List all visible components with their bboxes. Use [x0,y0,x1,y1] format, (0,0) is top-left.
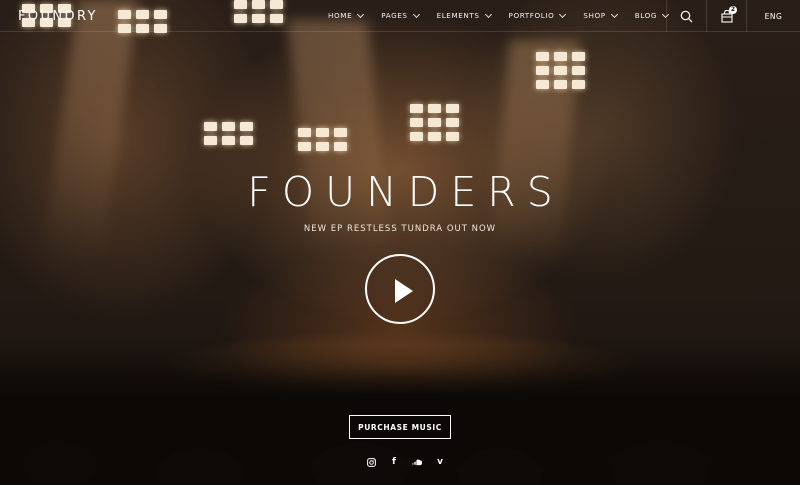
stage-lights [536,52,585,89]
stage-lights [298,128,347,151]
nav-item-label: BLOG [634,11,658,20]
chevron-down-icon [357,10,365,18]
brand-logo[interactable]: FOUNDRY [18,9,98,24]
nav-item-portfolio[interactable]: PORTFOLIO [508,10,567,20]
nav-item-label: SHOP [583,11,606,20]
chevron-down-icon [412,10,420,18]
hero-title: FOUNDERS [247,168,564,216]
nav-item-elements[interactable]: ELEMENTS [436,10,492,20]
soundcloud-icon[interactable] [412,457,422,467]
purchase-music-button[interactable]: PURCHASE MUSIC [349,415,451,439]
nav-item-pages[interactable]: PAGES [381,10,420,20]
nav-item-label: HOME [328,11,353,20]
cart-button[interactable]: 2 [706,0,746,32]
stage-lights [410,104,459,141]
search-icon [680,10,693,22]
main-menu: HOME PAGES ELEMENTS PORTFOLIO SHOP BLOG [328,10,686,20]
language-selector[interactable]: ENG [746,0,800,32]
social-links: f v [366,457,445,467]
vimeo-icon[interactable]: v [435,457,445,467]
play-icon [395,279,413,303]
instagram-icon[interactable] [366,457,376,467]
nav-item-label: PAGES [381,11,408,20]
nav-item-label: ELEMENTS [436,11,480,20]
nav-item-home[interactable]: HOME [328,10,365,20]
cart-count-badge: 2 [729,6,737,14]
chevron-down-icon [559,10,567,18]
hero-background: FOUNDRY HOME PAGES ELEMENTS PORTFOLIO SH… [0,0,800,485]
chevron-down-icon [484,10,492,18]
top-navigation: FOUNDRY HOME PAGES ELEMENTS PORTFOLIO SH… [0,0,800,32]
search-button[interactable] [666,0,706,32]
facebook-icon[interactable]: f [389,457,399,467]
nav-item-blog[interactable]: BLOG [634,10,670,20]
hero-subtitle: NEW EP RESTLESS TUNDRA OUT NOW [303,224,497,234]
chevron-down-icon [610,10,618,18]
nav-item-shop[interactable]: SHOP [583,10,618,20]
light-beam [41,0,139,260]
play-video-button[interactable] [365,254,435,324]
nav-item-label: PORTFOLIO [508,11,555,20]
stage-lights [204,122,253,145]
